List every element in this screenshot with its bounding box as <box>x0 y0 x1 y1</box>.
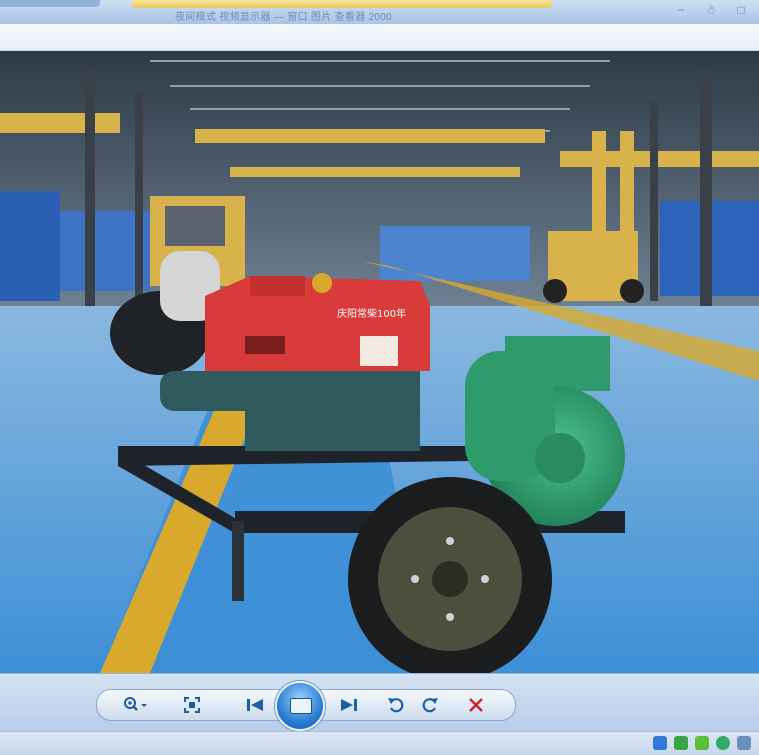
next-icon <box>341 699 357 711</box>
slideshow-button[interactable] <box>275 681 325 731</box>
title-bar-left-tab <box>0 0 100 7</box>
title-bar: 夜间模式 视频显示器 — 窗口 图片 查看器 2000 − ☃ □ <box>0 0 759 24</box>
minimize-button[interactable]: − <box>673 2 689 18</box>
previous-icon <box>247 699 263 711</box>
window-buttons: − ☃ □ <box>673 2 749 18</box>
user-icon[interactable]: ☃ <box>703 2 719 18</box>
rotate-clockwise-icon <box>422 698 438 713</box>
viewer-controls <box>0 673 759 732</box>
rotate-counterclockwise-button[interactable] <box>379 690 413 720</box>
shield-check-icon[interactable] <box>695 736 709 750</box>
taskbar <box>0 731 759 755</box>
engine-label: 庆阳常柴100年 <box>337 307 406 320</box>
control-pill <box>96 681 516 731</box>
globe-icon[interactable] <box>716 736 730 750</box>
slideshow-icon <box>290 698 312 714</box>
zoom-icon <box>124 697 147 711</box>
maximize-button[interactable]: □ <box>733 2 749 18</box>
generator-photo: 庆阳常柴100年 <box>0 51 759 673</box>
paw-icon[interactable] <box>653 736 667 750</box>
fit-window-icon <box>184 697 200 713</box>
next-button[interactable] <box>327 690 371 720</box>
rotate-clockwise-button[interactable] <box>413 690 447 720</box>
rotate-counterclockwise-icon <box>388 698 404 713</box>
menu-toolbar <box>0 24 759 51</box>
image-viewport[interactable]: 庆阳常柴100年 <box>0 51 759 673</box>
network-icon[interactable] <box>737 736 751 750</box>
active-tab[interactable] <box>132 0 552 8</box>
previous-button[interactable] <box>233 690 277 720</box>
window-title: 夜间模式 视频显示器 — 窗口 图片 查看器 2000 <box>175 12 393 23</box>
zoom-button[interactable] <box>119 690 153 720</box>
shield-icon[interactable] <box>674 736 688 750</box>
system-tray <box>653 736 751 750</box>
delete-icon <box>469 698 483 712</box>
delete-button[interactable] <box>459 690 493 720</box>
fit-window-button[interactable] <box>175 690 209 720</box>
